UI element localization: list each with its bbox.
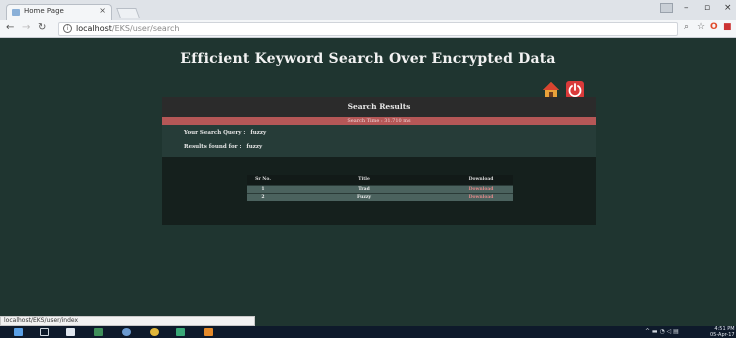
results-found-line: Results found for : fuzzy	[184, 144, 262, 150]
search-results-panel: Search Results Search Time : 31.710 ms Y…	[162, 97, 596, 225]
download-link[interactable]: Download	[449, 184, 513, 193]
new-tab-button[interactable]	[116, 8, 140, 18]
row-title: Trad	[279, 184, 449, 193]
site-title: Efficient Keyword Search Over Encrypted …	[180, 51, 556, 67]
os-taskbar: ^ ▬ ◔ ◁ ▤ 4:51 PM 05-Apr-17	[0, 326, 736, 338]
bookmark-star-icon[interactable]: ☆	[697, 22, 705, 32]
download-link[interactable]: Download	[449, 192, 513, 201]
url-text: localhost/EKS/user/search	[76, 24, 180, 33]
page-body: Efficient Keyword Search Over Encrypted …	[0, 39, 736, 316]
extension-2-icon[interactable]: ■	[723, 22, 732, 32]
header-download: Download	[449, 175, 513, 185]
forward-icon[interactable]: →	[22, 22, 30, 33]
address-bar[interactable]: i localhost/EKS/user/search	[58, 22, 678, 36]
header-title: Title	[279, 175, 449, 185]
table-row: 1 Trad Download	[247, 184, 513, 193]
store-icon[interactable]	[66, 328, 75, 336]
browser-tab[interactable]: Home Page ×	[6, 4, 112, 20]
link-status-bar: localhost/EKS/user/index	[0, 316, 255, 326]
results-table-wrap: Sr No. Title Download 1 Trad Download 2 …	[247, 175, 513, 201]
taskbar-clock[interactable]: 4:51 PM 05-Apr-17	[710, 326, 735, 338]
task-view-icon[interactable]	[40, 328, 49, 336]
results-table: Sr No. Title Download 1 Trad Download 2 …	[247, 175, 513, 201]
page-favicon-icon	[12, 9, 20, 16]
file-explorer-icon[interactable]	[94, 328, 103, 336]
panel-heading: Search Results	[162, 97, 596, 117]
site-info-icon[interactable]: i	[63, 24, 72, 33]
chrome-icon[interactable]	[150, 328, 159, 336]
clock-date: 05-Apr-17	[710, 332, 735, 338]
results-found-label: Results found for :	[184, 144, 242, 150]
browser-tab-bar: Home Page × – ▫ ×	[0, 0, 736, 20]
table-row: 2 Fuzzy Download	[247, 192, 513, 201]
browser-toolbar: ← → ↻ i localhost/EKS/user/search ⌕ ☆ O …	[0, 20, 736, 38]
restore-icon[interactable]: ▫	[704, 3, 710, 13]
table-header-row: Sr No. Title Download	[247, 175, 513, 185]
extension-icon[interactable]: O	[710, 22, 718, 32]
search-query-value: fuzzy	[250, 130, 267, 136]
app-2-icon[interactable]	[204, 328, 213, 336]
row-title: Fuzzy	[279, 192, 449, 201]
row-sr: 1	[247, 184, 279, 193]
zoom-icon[interactable]: ⌕	[684, 22, 689, 32]
windows-start-icon[interactable]	[14, 328, 23, 336]
reload-icon[interactable]: ↻	[38, 22, 46, 33]
query-info: Your Search Query : fuzzy Results found …	[162, 125, 596, 157]
results-found-value: fuzzy	[246, 144, 263, 150]
user-profile-icon[interactable]	[660, 3, 673, 13]
minimize-icon[interactable]: –	[684, 3, 689, 13]
system-tray[interactable]: ^ ▬ ◔ ◁ ▤	[645, 328, 679, 335]
search-time-bar: Search Time : 31.710 ms	[162, 117, 596, 125]
tab-close-icon[interactable]: ×	[99, 6, 106, 15]
back-icon[interactable]: ←	[6, 22, 14, 33]
window-close-icon[interactable]: ×	[724, 3, 732, 13]
search-query-label: Your Search Query :	[184, 130, 246, 136]
row-sr: 2	[247, 192, 279, 201]
tab-title: Home Page	[24, 7, 64, 15]
header-sr-no: Sr No.	[247, 175, 279, 185]
search-query-line: Your Search Query : fuzzy	[184, 130, 266, 136]
app-icon[interactable]	[176, 328, 185, 336]
browser-app-icon[interactable]	[122, 328, 131, 336]
